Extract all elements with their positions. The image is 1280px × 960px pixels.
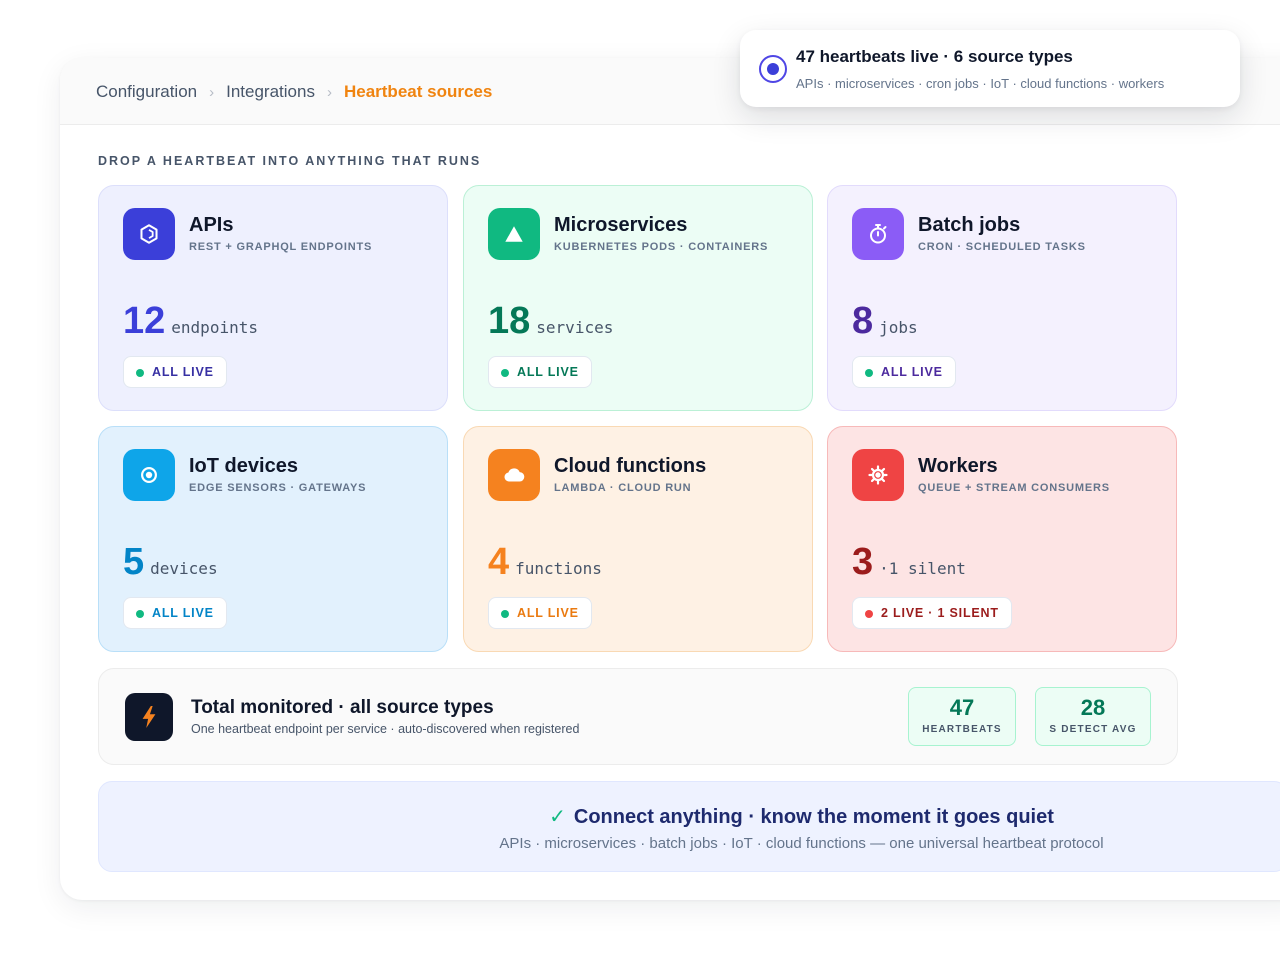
status-badge: 2 LIVE · 1 SILENT [852,597,1012,629]
card-title: Microservices [554,214,688,236]
card-count: 4 [488,541,510,583]
stat-detect-avg: 28 S DETECT AVG [1035,687,1151,746]
stat-label: HEARTBEATS [922,724,1002,735]
card-subtitle: REST + GRAPHQL ENDPOINTS [189,241,373,253]
lightning-bolt-icon [125,693,173,741]
card-subtitle: CRON · SCHEDULED TASKS [918,241,1086,253]
card-title: IoT devices [189,455,298,477]
status-badge: ALL LIVE [852,356,956,388]
banner-title-text: Connect anything · know the moment it go… [573,806,1054,828]
card-unit: devices [150,559,218,578]
card-unit: endpoints [171,318,258,337]
breadcrumb-item-integrations[interactable]: Integrations [226,82,315,102]
banner-inner: ✓ Connect anything · know the moment it g… [99,782,1280,873]
stat-value: 28 [1080,695,1106,720]
toast-title: 47 heartbeats live · 6 source types [796,47,1073,66]
source-card-microservices[interactable]: Microservices KUBERNETES PODS · CONTAINE… [463,185,813,411]
card-count-row: 3 ·1 silent [852,543,966,581]
status-dot-icon [501,610,509,618]
card-count-row: 18 services [488,302,613,340]
total-subtitle: One heartbeat endpoint per service · aut… [191,722,580,736]
card-subtitle: QUEUE + STREAM CONSUMERS [918,482,1110,494]
total-monitored-card: Total monitored · all source types One h… [98,668,1178,765]
total-title: Total monitored · all source types [191,697,494,718]
status-badge: ALL LIVE [123,356,227,388]
live-status-toast: 47 heartbeats live · 6 source types APIs… [740,30,1240,107]
card-count: 5 [123,541,145,583]
status-badge: ALL LIVE [488,597,592,629]
sensor-icon [123,449,175,501]
chevron-right-icon: › [209,83,215,101]
toast-subtitle: APIs · microservices · cron jobs · IoT ·… [796,76,1165,91]
status-label: ALL LIVE [517,606,579,620]
status-label: 2 LIVE · 1 SILENT [881,606,999,620]
card-count: 3 [852,541,874,583]
status-dot-icon [865,610,873,618]
stat-heartbeats: 47 HEARTBEATS [908,687,1016,746]
status-label: ALL LIVE [881,365,943,379]
cloud-icon [488,449,540,501]
card-count: 8 [852,300,874,342]
status-dot-icon [865,369,873,377]
status-badge: ALL LIVE [488,356,592,388]
card-unit: services [536,318,614,337]
card-unit: ·1 silent [879,559,966,578]
status-badge: ALL LIVE [123,597,227,629]
source-card-batch-jobs[interactable]: Batch jobs CRON · SCHEDULED TASKS 8 jobs… [827,185,1177,411]
card-count: 12 [123,300,166,342]
triangle-icon [488,208,540,260]
banner-subtitle: APIs · microservices · batch jobs · IoT … [499,835,1104,852]
card-count-row: 5 devices [123,543,218,581]
check-icon: ✓ [549,806,566,828]
card-unit: jobs [879,318,918,337]
card-subtitle: EDGE SENSORS · GATEWAYS [189,482,367,494]
chevron-right-icon: › [326,83,332,101]
gear-icon [852,449,904,501]
card-count-row: 12 endpoints [123,302,258,340]
stopwatch-icon [852,208,904,260]
radio-selected-icon[interactable] [759,55,787,83]
source-card-apis[interactable]: APIs REST + GRAPHQL ENDPOINTS 12 endpoin… [98,185,448,411]
banner-content: ✓ Connect anything · know the moment it g… [99,782,1280,873]
status-label: ALL LIVE [152,606,214,620]
stat-label: S DETECT AVG [1049,724,1137,735]
card-count-row: 4 functions [488,543,602,581]
card-count: 18 [488,300,531,342]
connect-banner: ✓ Connect anything · know the moment it g… [98,781,1280,872]
card-subtitle: KUBERNETES PODS · CONTAINERS [554,241,769,253]
status-label: ALL LIVE [152,365,214,379]
card-title: APIs [189,214,234,236]
source-card-iot-devices[interactable]: IoT devices EDGE SENSORS · GATEWAYS 5 de… [98,426,448,652]
status-label: ALL LIVE [517,365,579,379]
breadcrumb: Configuration › Integrations › Heartbeat… [96,82,492,102]
section-label: DROP A HEARTBEAT INTO ANYTHING THAT RUNS [98,154,482,168]
card-unit: functions [515,559,602,578]
card-title: Batch jobs [918,214,1021,236]
source-card-workers[interactable]: Workers QUEUE + STREAM CONSUMERS 3 ·1 si… [827,426,1177,652]
card-count-row: 8 jobs [852,302,918,340]
status-dot-icon [136,610,144,618]
card-title: Workers [918,455,998,477]
card-title: Cloud functions [554,455,707,477]
status-dot-icon [501,369,509,377]
stat-value: 47 [949,695,975,720]
breadcrumb-current: Heartbeat sources [343,82,493,101]
banner-title: ✓ Connect anything · know the moment it g… [99,804,1280,829]
card-subtitle: LAMBDA · CLOUD RUN [554,482,692,494]
status-dot-icon [136,369,144,377]
source-card-cloud-functions[interactable]: Cloud functions LAMBDA · CLOUD RUN 4 fun… [463,426,813,652]
hexagon-icon [123,208,175,260]
breadcrumb-item-configuration[interactable]: Configuration [96,82,197,102]
